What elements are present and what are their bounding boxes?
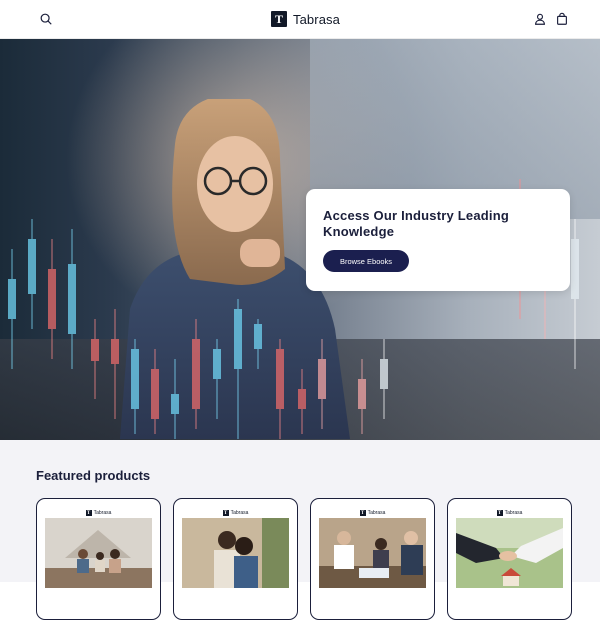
featured-title: Featured products [36, 468, 151, 483]
product-grid: T Tabrasa T Tabrasa T Tabrasa T Tabrasa [36, 498, 572, 620]
meeting-photo [319, 518, 426, 588]
product-card[interactable]: T Tabrasa [36, 498, 161, 620]
product-logo-mark: T [222, 510, 229, 516]
brand-name: Tabrasa [293, 11, 340, 27]
product-card[interactable]: T Tabrasa [173, 498, 298, 620]
cart-icon[interactable] [554, 11, 570, 27]
site-header: T Tabrasa [0, 0, 600, 39]
account-icon[interactable] [532, 11, 548, 27]
product-brand: T Tabrasa [319, 508, 426, 518]
product-brand-name: Tabrasa [367, 510, 386, 516]
featured-products-section: Featured products T Tabrasa T Tabrasa T … [0, 440, 600, 620]
product-logo-mark: T [359, 510, 366, 516]
hero-card: Access Our Industry Leading Knowledge Br… [306, 189, 570, 291]
hero-banner: Access Our Industry Leading Knowledge Br… [0, 39, 600, 440]
product-brand: T Tabrasa [182, 508, 289, 518]
product-brand: T Tabrasa [45, 508, 152, 518]
handshake-photo [456, 518, 563, 588]
product-card[interactable]: T Tabrasa [447, 498, 572, 620]
product-logo-mark: T [496, 510, 503, 516]
product-brand-name: Tabrasa [93, 510, 112, 516]
brand-logo[interactable]: T Tabrasa [271, 10, 340, 28]
product-card[interactable]: T Tabrasa [310, 498, 435, 620]
logo-mark: T [271, 11, 287, 27]
product-cover: T Tabrasa [319, 507, 426, 607]
product-brand: T Tabrasa [456, 508, 563, 518]
product-cover: T Tabrasa [456, 507, 563, 607]
couple-photo [182, 518, 289, 588]
family-house-photo [45, 518, 152, 588]
product-brand-name: Tabrasa [504, 510, 523, 516]
product-brand-name: Tabrasa [230, 510, 249, 516]
hero-title: Access Our Industry Leading Knowledge [323, 208, 510, 239]
browse-ebooks-button[interactable]: Browse Ebooks [323, 250, 409, 272]
product-cover: T Tabrasa [182, 507, 289, 607]
search-icon[interactable] [38, 11, 54, 27]
product-cover: T Tabrasa [45, 507, 152, 607]
product-logo-mark: T [85, 510, 92, 516]
